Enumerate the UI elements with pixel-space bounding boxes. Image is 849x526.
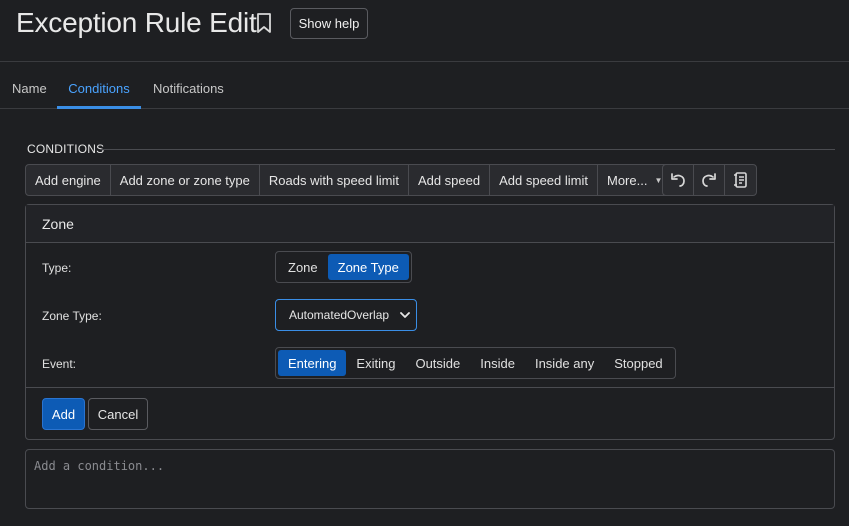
add-speed-button[interactable]: Add speed: [409, 165, 491, 195]
event-option-inside-any[interactable]: Inside any: [525, 350, 604, 376]
history-toolbar: [662, 164, 757, 196]
page-title: Exception Rule Edit: [16, 7, 257, 38]
script-button[interactable]: [725, 165, 756, 195]
zone-card-header: Zone: [26, 205, 834, 243]
show-help-button[interactable]: Show help: [290, 8, 368, 39]
roads-speed-limit-button[interactable]: Roads with speed limit: [260, 165, 409, 195]
event-label: Event:: [42, 357, 77, 371]
event-option-outside[interactable]: Outside: [405, 350, 470, 376]
zone-type-label: Zone Type:: [42, 309, 102, 323]
zone-type-value: AutomatedOverlap: [289, 308, 390, 322]
event-option-stopped[interactable]: Stopped: [604, 350, 672, 376]
event-segmented-control: Entering Exiting Outside Inside Inside a…: [275, 347, 676, 379]
bookmark-icon[interactable]: [254, 12, 274, 34]
undo-button[interactable]: [663, 165, 694, 195]
zone-card-title: Zone: [42, 216, 74, 232]
add-button[interactable]: Add: [42, 398, 85, 430]
event-option-entering[interactable]: Entering: [278, 350, 347, 376]
more-label: More...: [607, 172, 648, 188]
add-engine-button[interactable]: Add engine: [26, 165, 111, 195]
add-speed-limit-button[interactable]: Add speed limit: [490, 165, 598, 195]
type-label: Type:: [42, 261, 72, 275]
undo-icon: [671, 173, 685, 187]
tab-bar: Name Conditions Notifications: [0, 72, 849, 109]
section-divider: [100, 149, 835, 150]
event-option-inside[interactable]: Inside: [470, 350, 525, 376]
zone-condition-card: Zone Type: Zone Zone Type Zone Type: Aut…: [25, 204, 835, 440]
event-option-exiting[interactable]: Exiting: [346, 350, 405, 376]
chevron-down-icon: [400, 312, 410, 318]
page-header: Exception Rule Edit Show help: [0, 0, 849, 62]
tab-name[interactable]: Name: [12, 72, 47, 109]
zone-card-divider: [26, 387, 834, 388]
tab-notifications[interactable]: Notifications: [153, 72, 224, 109]
script-icon: [733, 172, 747, 188]
cancel-button[interactable]: Cancel: [88, 398, 148, 430]
add-zone-button[interactable]: Add zone or zone type: [111, 165, 260, 195]
type-segmented-control: Zone Zone Type: [275, 251, 412, 283]
type-option-zone-type[interactable]: Zone Type: [327, 254, 409, 280]
tab-conditions[interactable]: Conditions: [57, 72, 141, 109]
zone-type-select[interactable]: AutomatedOverlap: [275, 299, 417, 331]
add-condition-input[interactable]: [25, 449, 835, 509]
redo-icon: [702, 173, 716, 187]
type-option-zone[interactable]: Zone: [278, 254, 328, 280]
conditions-toolbar: Add engine Add zone or zone type Roads w…: [25, 164, 673, 196]
conditions-section-title: CONDITIONS: [27, 142, 105, 156]
redo-button[interactable]: [694, 165, 725, 195]
more-dropdown-button[interactable]: More... ▼: [598, 165, 671, 195]
